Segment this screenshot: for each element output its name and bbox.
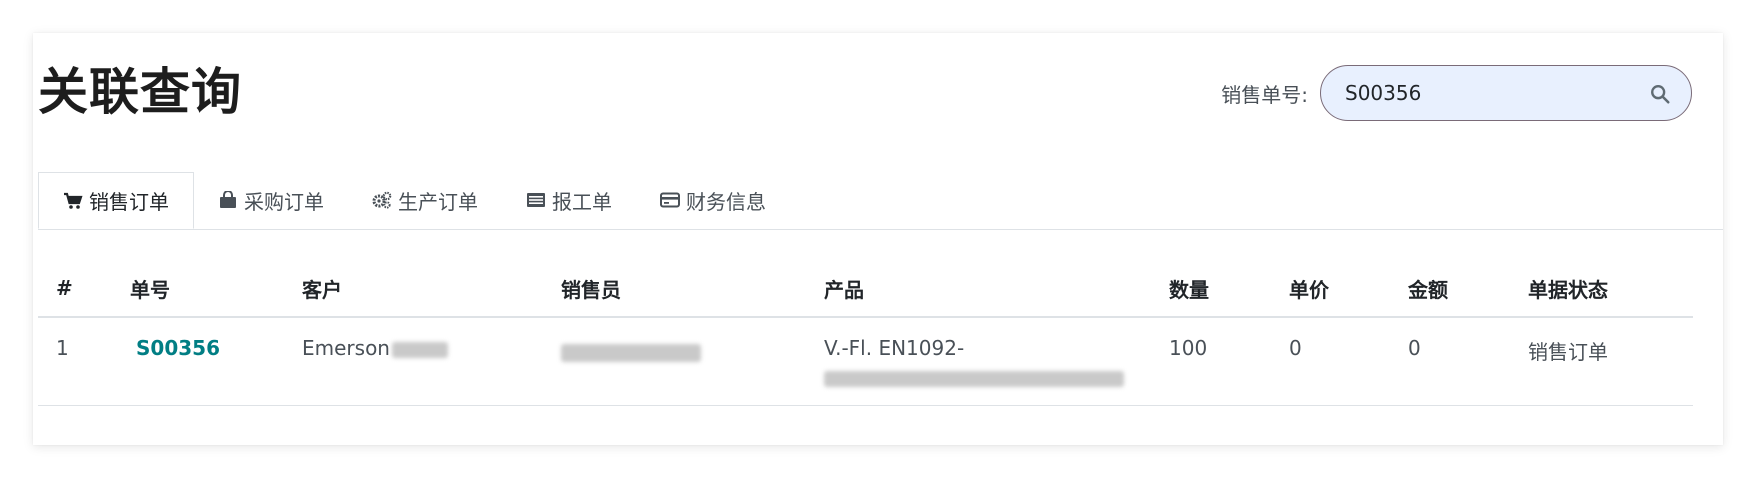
column-header: 销售员 <box>543 260 806 318</box>
tab-finance-info[interactable]: 财务信息 <box>636 172 790 228</box>
search-box[interactable] <box>1320 65 1692 121</box>
search-label: 销售单号: <box>1221 82 1308 107</box>
column-header: 金额 <box>1390 260 1510 318</box>
shopping-bag-icon <box>220 191 236 208</box>
tab-label: 报工单 <box>552 189 612 214</box>
tab-purchase-orders[interactable]: 采购订单 <box>194 172 348 228</box>
tab-production-orders[interactable]: 生产订单 <box>348 172 502 228</box>
table-header-row: # 单号 客户 销售员 产品 数量 单价 金额 单据状态 <box>38 260 1693 318</box>
tab-label: 销售订单 <box>89 190 169 214</box>
unit-price: 0 <box>1271 317 1390 406</box>
tab-work-reports[interactable]: 报工单 <box>502 172 636 228</box>
column-header: 产品 <box>806 260 1151 318</box>
quantity: 100 <box>1151 317 1271 406</box>
list-icon <box>527 193 545 207</box>
column-header: 单据状态 <box>1510 260 1693 318</box>
tab-sales-orders[interactable]: 销售订单 <box>38 172 194 229</box>
tab-label: 生产订单 <box>398 189 478 214</box>
column-header: 数量 <box>1151 260 1271 318</box>
document-status: 销售订单 <box>1510 317 1693 406</box>
amount: 0 <box>1390 317 1510 406</box>
customer-name: Emerson <box>302 336 390 360</box>
search-bar: 销售单号: <box>1221 65 1692 121</box>
column-header: # <box>38 260 112 318</box>
product-name: V.-Fl. EN1092- <box>824 336 965 360</box>
redacted-text <box>561 343 701 362</box>
tab-bar: 销售订单 采购订单 生产订单 报工单 财务信息 <box>38 172 1723 230</box>
redacted-text <box>391 341 448 358</box>
search-input[interactable] <box>1343 80 1631 106</box>
table-row: 1 S00356 Emerson V.-Fl. EN1092- 100 0 0 … <box>38 317 1693 406</box>
row-index: 1 <box>38 317 112 406</box>
page-title: 关联查询 <box>38 63 242 121</box>
tab-label: 采购订单 <box>244 189 324 214</box>
credit-card-icon <box>660 192 680 208</box>
results-table: # 单号 客户 销售员 产品 数量 单价 金额 单据状态 1 S00356 Em… <box>38 260 1693 406</box>
redacted-text <box>824 370 1124 387</box>
gears-icon <box>372 191 392 209</box>
column-header: 单价 <box>1271 260 1390 318</box>
column-header: 单号 <box>112 260 284 318</box>
cart-icon <box>64 192 83 209</box>
order-number-link[interactable]: S00356 <box>136 336 220 360</box>
tab-label: 财务信息 <box>686 189 766 214</box>
search-icon[interactable] <box>1649 83 1671 105</box>
column-header: 客户 <box>284 260 543 318</box>
